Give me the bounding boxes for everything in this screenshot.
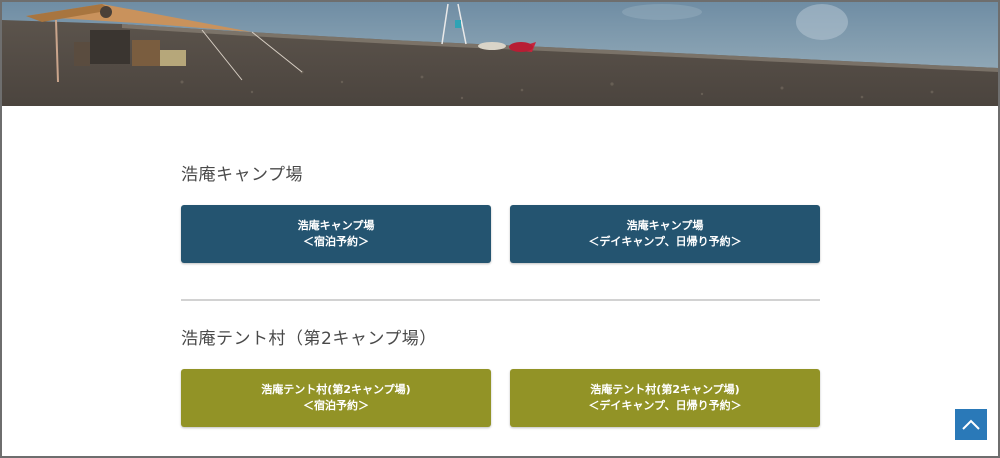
button-line-name: 浩庵キャンプ場 bbox=[626, 219, 704, 232]
hero-photo bbox=[2, 2, 998, 106]
tent-village-overnight-booking-button[interactable]: 浩庵テント村(第2キャンプ場) ＜宿泊予約＞ bbox=[181, 369, 491, 427]
button-line-type: ＜デイキャンプ、日帰り予約＞ bbox=[588, 399, 742, 412]
button-line-type: ＜デイキャンプ、日帰り予約＞ bbox=[588, 235, 742, 248]
campsite-overnight-booking-button[interactable]: 浩庵キャンプ場 ＜宿泊予約＞ bbox=[181, 205, 491, 263]
section-title-campsite: 浩庵キャンプ場 bbox=[181, 165, 303, 185]
button-line-name: 浩庵キャンプ場 bbox=[297, 219, 375, 232]
campsite-daycamp-booking-button[interactable]: 浩庵キャンプ場 ＜デイキャンプ、日帰り予約＞ bbox=[510, 205, 820, 263]
button-line-type: ＜宿泊予約＞ bbox=[303, 235, 369, 248]
chevron-up-icon bbox=[962, 419, 980, 430]
section-divider bbox=[181, 299, 820, 301]
button-line-type: ＜宿泊予約＞ bbox=[303, 399, 369, 412]
section-title-tent-village: 浩庵テント村（第2キャンプ場） bbox=[181, 329, 437, 349]
tent-village-daycamp-booking-button[interactable]: 浩庵テント村(第2キャンプ場) ＜デイキャンプ、日帰り予約＞ bbox=[510, 369, 820, 427]
scroll-to-top-button[interactable] bbox=[955, 409, 987, 440]
button-line-name: 浩庵テント村(第2キャンプ場) bbox=[590, 383, 740, 396]
button-line-name: 浩庵テント村(第2キャンプ場) bbox=[261, 383, 411, 396]
